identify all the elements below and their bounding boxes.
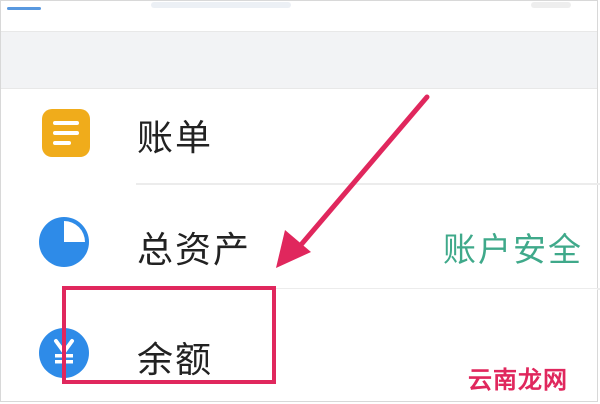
section-gap	[1, 31, 597, 89]
menu-item-label: 账单	[137, 118, 214, 159]
top-accent	[7, 7, 41, 10]
account-security-link[interactable]: 账户安全	[443, 223, 583, 271]
menu-item-label: 总资产	[137, 230, 252, 271]
top-bar	[1, 1, 597, 31]
watermark: 云南龙网	[468, 366, 568, 394]
divider	[136, 183, 600, 185]
bill-icon	[42, 109, 90, 157]
highlight-box	[62, 286, 276, 384]
menu-item-total-assets[interactable]: 总资产 账户安全	[1, 189, 597, 289]
top-ghost-text	[151, 2, 291, 8]
menu-item-bill[interactable]: 账单	[1, 89, 597, 189]
top-ghost-text-right	[531, 2, 571, 8]
pie-chart-icon	[39, 217, 89, 267]
